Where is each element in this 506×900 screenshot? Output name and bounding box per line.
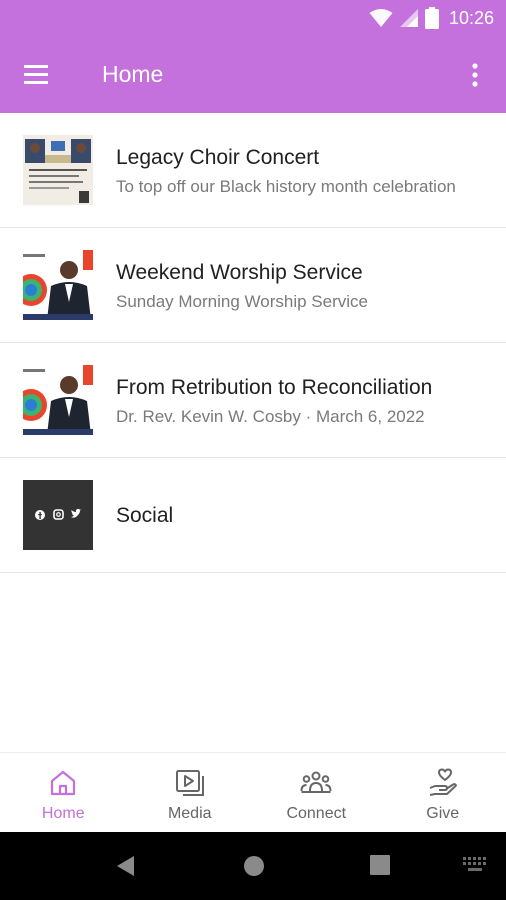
give-icon [429, 768, 457, 796]
nav-label: Give [426, 805, 460, 822]
item-title: Weekend Worship Service [116, 261, 363, 284]
item-subtitle: To top off our Black history month celeb… [116, 177, 456, 196]
worship-thumbnail [23, 250, 93, 320]
home-circle-icon[interactable] [242, 854, 266, 878]
item-title: Social [116, 504, 174, 527]
signal-icon [399, 9, 418, 27]
app-bar: Home [0, 36, 506, 113]
nav-label: Media [167, 805, 212, 822]
feed-list: Legacy Choir Concert To top off our Blac… [0, 113, 506, 573]
nav-item-home[interactable]: Home [0, 753, 127, 833]
status-bar: 10:26 [0, 0, 506, 36]
item-title: Legacy Choir Concert [116, 146, 320, 169]
bottom-nav: Home Media Connect Give [0, 752, 506, 833]
more-vert-icon [472, 63, 478, 87]
media-icon [175, 770, 204, 796]
list-item[interactable]: Legacy Choir Concert To top off our Blac… [0, 113, 506, 228]
social-thumbnail [23, 480, 93, 550]
page-title: Home [102, 61, 164, 87]
nav-label: Connect [286, 805, 347, 822]
recents-icon[interactable] [369, 854, 391, 876]
sermon-thumbnail [23, 365, 93, 435]
nav-label: Home [41, 805, 85, 822]
item-subtitle: Sunday Morning Worship Service [116, 292, 368, 311]
battery-icon [424, 7, 439, 29]
item-title: From Retribution to Reconciliation [116, 376, 433, 399]
list-item[interactable]: Weekend Worship Service Sunday Morning W… [0, 228, 506, 343]
overflow-menu-button[interactable] [464, 60, 486, 90]
system-nav-bar [0, 832, 506, 900]
list-item[interactable]: From Retribution to Reconciliation Dr. R… [0, 343, 506, 458]
keyboard-icon[interactable] [462, 856, 488, 874]
item-subtitle: Dr. Rev. Kevin W. Cosby · March 6, 2022 [116, 407, 425, 426]
wifi-icon [369, 9, 393, 27]
home-icon [51, 770, 76, 796]
nav-item-connect[interactable]: Connect [253, 753, 380, 833]
connect-icon [300, 771, 332, 793]
hamburger-menu-icon [24, 65, 48, 84]
back-icon[interactable] [114, 854, 138, 878]
nav-item-give[interactable]: Give [380, 753, 506, 833]
nav-item-media[interactable]: Media [127, 753, 254, 833]
status-time: 10:26 [448, 7, 494, 28]
status-icons: 10:26 [369, 6, 494, 30]
facebook-icon [35, 510, 45, 520]
menu-button[interactable] [20, 60, 56, 90]
concert-thumbnail [23, 135, 93, 205]
list-item[interactable]: Social [0, 458, 506, 573]
